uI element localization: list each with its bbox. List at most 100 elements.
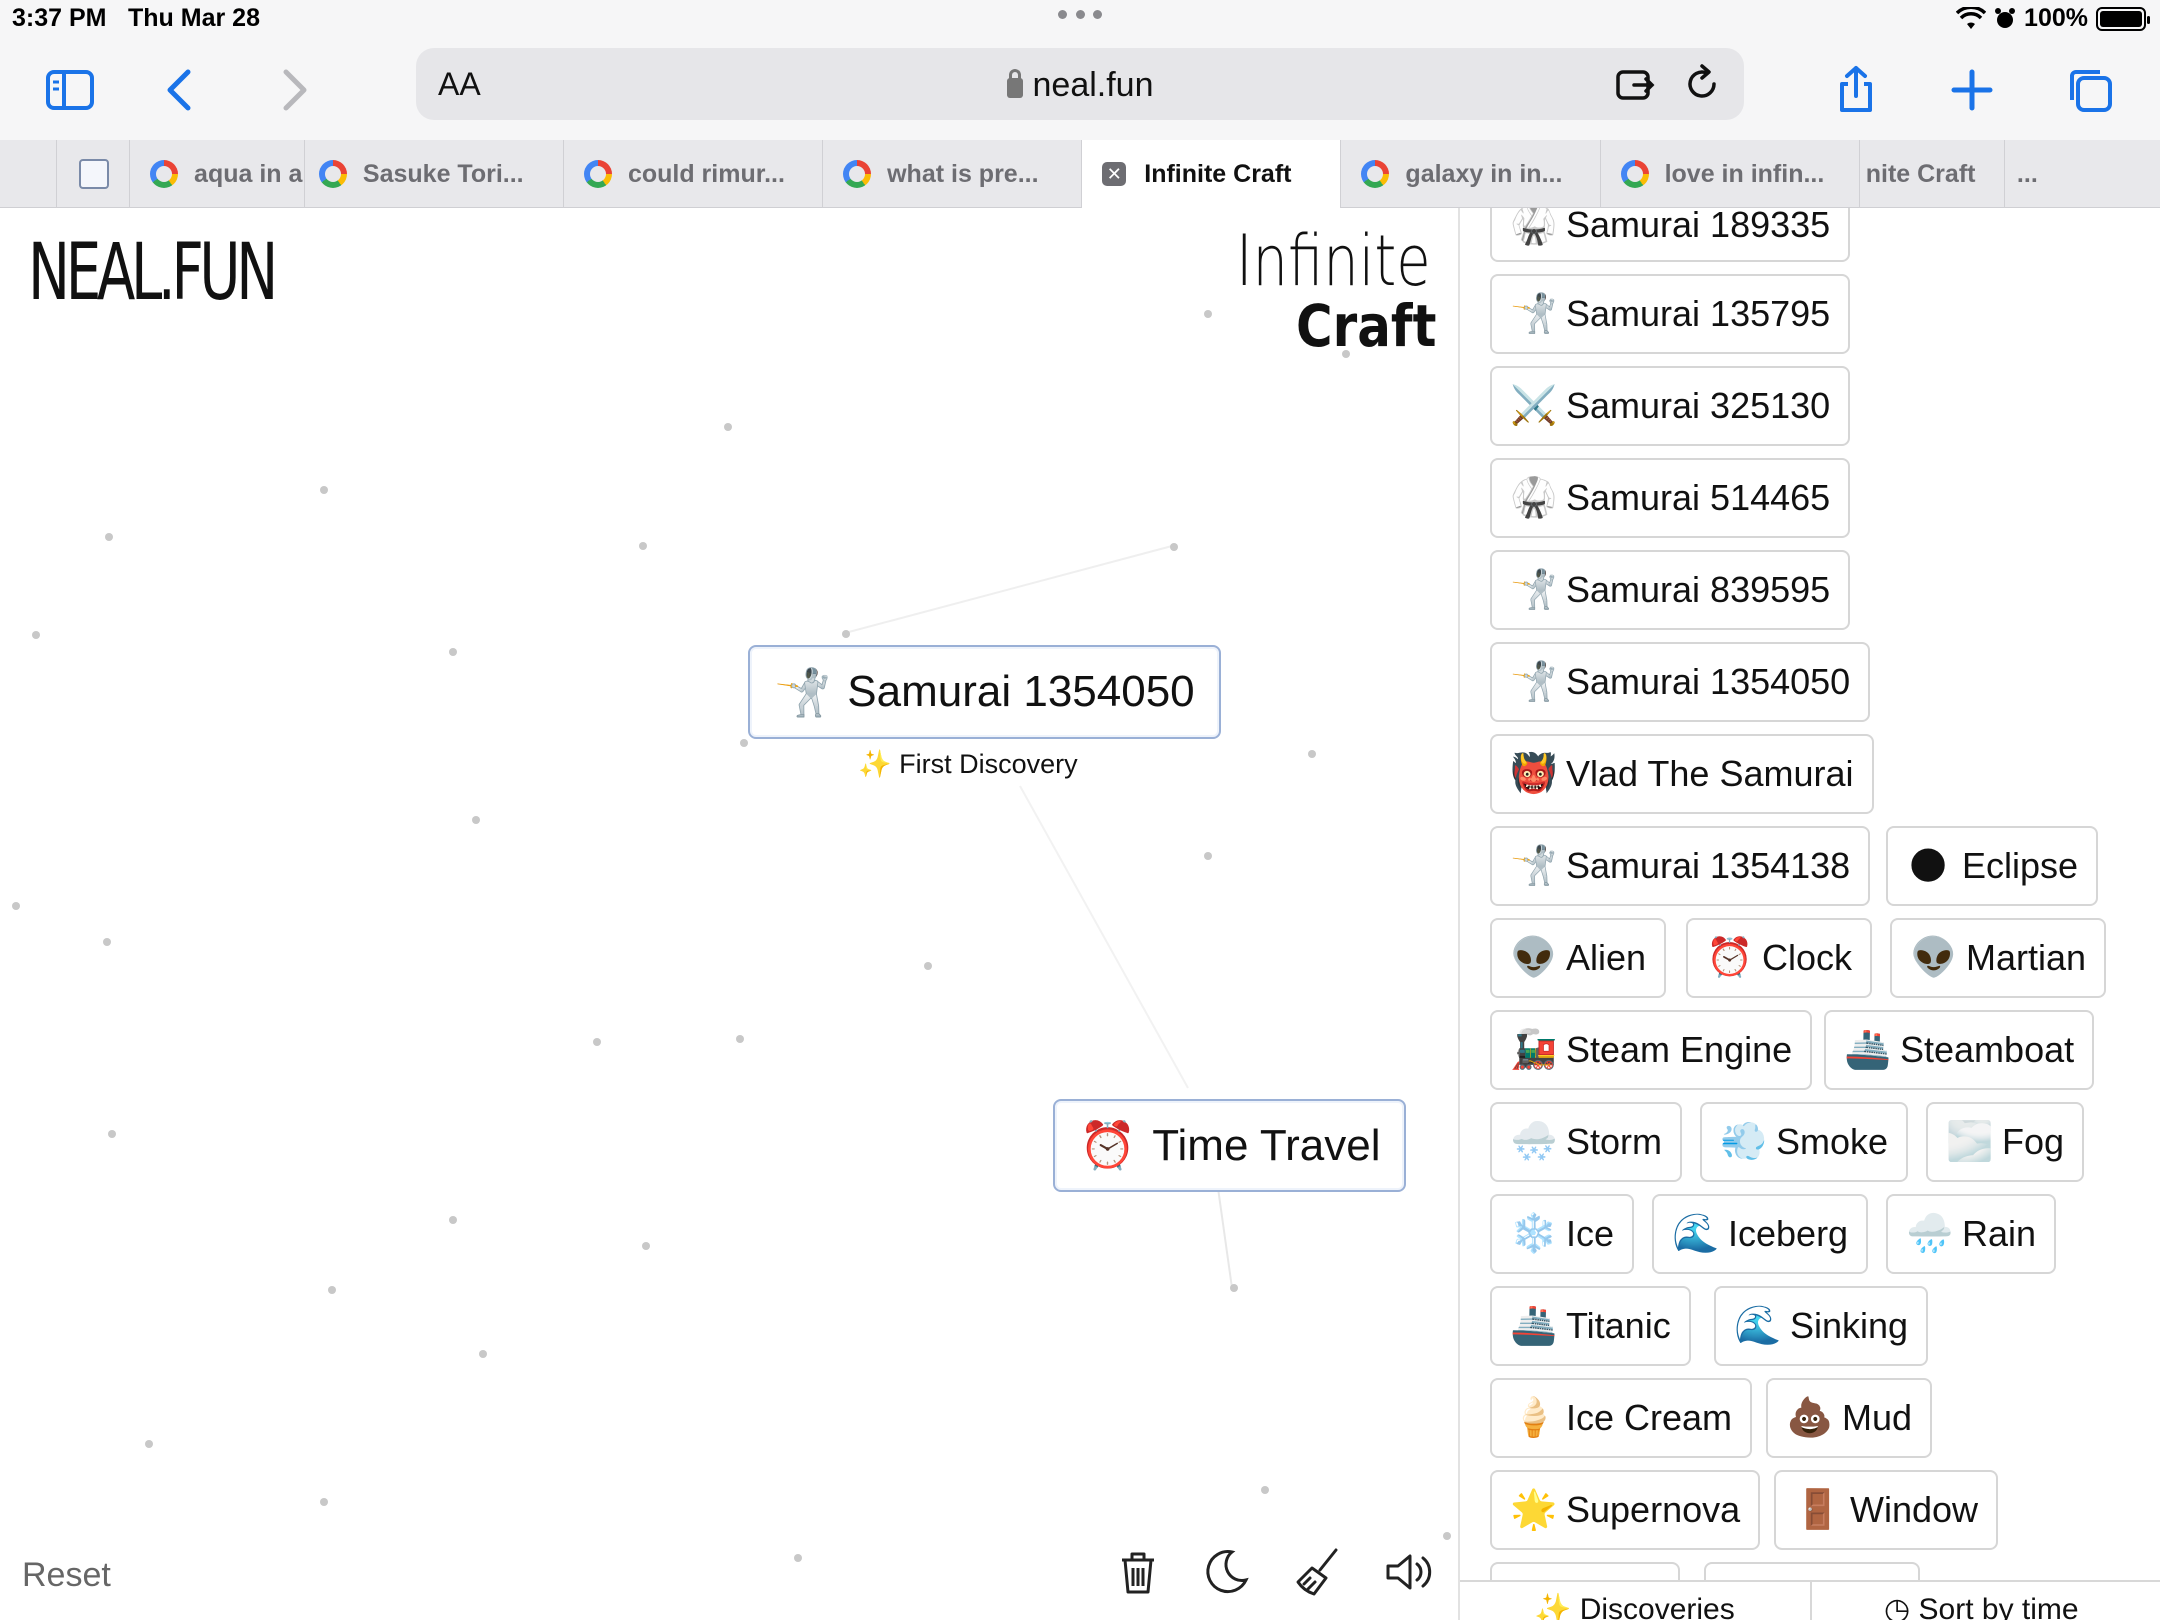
sidebar-item[interactable]: 🥋 Samurai 189335	[1490, 208, 1851, 262]
wave-icon: 🌊	[1672, 1213, 1720, 1255]
sidebar-item[interactable]: 🍦 Ice Cream	[1490, 1378, 1753, 1458]
alien-icon: 👽	[1510, 937, 1558, 979]
tab-infinite-craft-2[interactable]: nite Craft	[1860, 140, 2005, 208]
address-bar[interactable]: AA neal.fun	[416, 48, 1744, 120]
trash-icon[interactable]	[1110, 1544, 1166, 1600]
sidebar-item[interactable]: 🤺 Samurai 1354050	[1490, 642, 1871, 722]
battery-percent: 100%	[2024, 4, 2088, 32]
tab-overflow[interactable]: ...	[2005, 140, 2160, 208]
tab-infinite-craft[interactable]: ✕ Infinite Craft	[1082, 140, 1342, 208]
sidebar-item[interactable]: 🤺 Samurai 839595	[1490, 550, 1851, 630]
ship-icon: 🚢	[1510, 1305, 1558, 1347]
status-time: 3:37 PM	[12, 4, 107, 32]
google-icon	[150, 160, 179, 188]
sidebar-item[interactable]: 🚪 Window	[1774, 1470, 1999, 1550]
sidebar-item[interactable]: 🚂 Steam Engine	[1490, 1010, 1813, 1090]
door-icon: 🚪	[1794, 1489, 1842, 1531]
sparkles-icon: ✨	[1534, 1593, 1572, 1620]
sidebar-item[interactable]: ⏰ Clock	[1686, 918, 1873, 998]
alarm-clock-icon: ⏰	[1079, 1119, 1137, 1171]
ogre-icon: 👹	[1510, 753, 1558, 795]
sidebar-item[interactable]: 👽 Martian	[1890, 918, 2107, 998]
tab-google[interactable]: galaxy in in...	[1341, 140, 1601, 208]
broom-icon[interactable]	[1290, 1544, 1346, 1600]
fog-icon: 🌫️	[1946, 1121, 1994, 1163]
tab-site[interactable]	[57, 140, 131, 208]
tab-google[interactable]: Sasuke Tori...	[305, 140, 564, 208]
canvas-item-time-travel[interactable]: ⏰ Time Travel	[1053, 1099, 1407, 1192]
sidebar-toggle-icon[interactable]	[40, 60, 100, 120]
back-icon[interactable]	[152, 60, 212, 120]
sidebar-item[interactable]: 🌫️ Fog	[1926, 1102, 2085, 1182]
sidebar-item[interactable]: 👹 Vlad The Samurai	[1490, 734, 1874, 814]
sidebar-item[interactable]: 🌧️ Rain	[1886, 1194, 2057, 1274]
canvas-item-label: Time Travel	[1152, 1120, 1381, 1170]
discoveries-toggle[interactable]: ✨ Discoveries	[1534, 1592, 1735, 1620]
sidebar-item[interactable]: 🥋 Samurai 514465	[1490, 458, 1851, 538]
moon-icon[interactable]	[1198, 1544, 1254, 1600]
close-icon[interactable]: ✕	[1102, 162, 1127, 186]
star-icon: 🌟	[1510, 1489, 1558, 1531]
new-tab-icon[interactable]	[1942, 60, 2002, 120]
sidebar-item[interactable]: ❄️ Ice	[1490, 1194, 1635, 1274]
canvas-item-label: Samurai 1354050	[847, 667, 1195, 716]
lock-icon	[1006, 69, 1023, 98]
site-favicon-icon	[79, 159, 110, 189]
footer-divider	[1810, 1582, 1812, 1620]
tab-google[interactable]: love in infin...	[1601, 140, 1860, 208]
url-display[interactable]: neal.fun	[416, 66, 1744, 105]
martial-arts-uniform-icon: 🥋	[1510, 477, 1558, 519]
tab-overview-icon[interactable]	[2060, 60, 2120, 120]
status-bar: 3:37 PM Thu Mar 28 100%	[0, 0, 2160, 40]
sidebar-item[interactable]: ⚔️ Samurai 325130	[1490, 366, 1851, 446]
google-icon	[583, 160, 612, 188]
tab-google[interactable]: aqua in a	[130, 140, 305, 208]
share-icon[interactable]	[1826, 60, 1886, 120]
neal-fun-logo[interactable]: NEAL.FUN	[28, 228, 278, 318]
sound-icon[interactable]	[1380, 1544, 1436, 1600]
google-icon	[843, 160, 872, 188]
snowflake-icon: ❄️	[1510, 1213, 1558, 1255]
clock-icon: ◷	[1884, 1593, 1911, 1620]
game-title-line2: Craft	[1296, 292, 1437, 360]
forward-icon[interactable]	[262, 60, 322, 120]
sort-toggle[interactable]: ◷ Sort by time	[1884, 1592, 2079, 1620]
wifi-icon	[1956, 6, 1987, 29]
fencer-icon: 🤺	[1510, 569, 1558, 611]
sidebar-footer: ✨ Discoveries ◷ Sort by time	[1460, 1580, 2160, 1620]
sidebar-item[interactable]: 💨 Smoke	[1700, 1102, 1909, 1182]
alarm-clock-icon: ⏰	[1706, 937, 1754, 979]
fencer-icon: 🤺	[1510, 293, 1558, 335]
sidebar-item[interactable]: 🌨️ Storm	[1490, 1102, 1683, 1182]
sidebar-item[interactable]: 🌊 Iceberg	[1652, 1194, 1869, 1274]
tab-pinned-edge[interactable]	[0, 140, 58, 208]
tab-google[interactable]: could rimur...	[564, 140, 824, 208]
url-text: neal.fun	[1032, 66, 1154, 104]
canvas-item-samurai[interactable]: 🤺 Samurai 1354050	[748, 645, 1221, 739]
locomotive-icon: 🚂	[1510, 1029, 1558, 1071]
reload-icon[interactable]	[1678, 60, 1726, 108]
sparkles-icon: ✨	[858, 749, 892, 779]
sidebar-item[interactable]: 🌊 Sinking	[1714, 1286, 1929, 1366]
sidebar-item[interactable]: 🚢 Titanic	[1490, 1286, 1691, 1366]
cloud-rain-icon: 🌧️	[1906, 1213, 1954, 1255]
reset-button[interactable]: Reset	[22, 1556, 111, 1595]
alarm-icon	[1995, 7, 2016, 28]
craft-canvas[interactable]: NEAL.FUN Infinite Craft 🤺 Samurai 135405…	[0, 208, 1458, 1620]
extension-icon[interactable]	[1612, 60, 1660, 108]
sidebar-item[interactable]: 🌑 Eclipse	[1886, 826, 2099, 906]
google-icon	[1361, 160, 1390, 188]
ice-cream-icon: 🍦	[1510, 1397, 1558, 1439]
items-sidebar[interactable]: 🥋 Samurai 189335 🤺 Samurai 135795 ⚔️ Samura…	[1460, 208, 2160, 1620]
new-moon-icon: 🌑	[1908, 845, 1948, 888]
sidebar-item[interactable]: 🤺 Samurai 1354138	[1490, 826, 1871, 906]
tab-google[interactable]: what is pre...	[823, 140, 1083, 208]
sidebar-item[interactable]: 🌟 Supernova	[1490, 1470, 1761, 1550]
sidebar-item[interactable]: 👽 Alien	[1490, 918, 1667, 998]
google-icon	[318, 160, 347, 188]
fencer-icon: 🤺	[1510, 845, 1558, 887]
sidebar-item[interactable]: 🚢 Steamboat	[1824, 1010, 2095, 1090]
sidebar-item[interactable]: 💩 Mud	[1766, 1378, 1933, 1458]
multitasking-dots-icon[interactable]	[1058, 10, 1102, 24]
sidebar-item[interactable]: 🤺 Samurai 135795	[1490, 274, 1851, 354]
